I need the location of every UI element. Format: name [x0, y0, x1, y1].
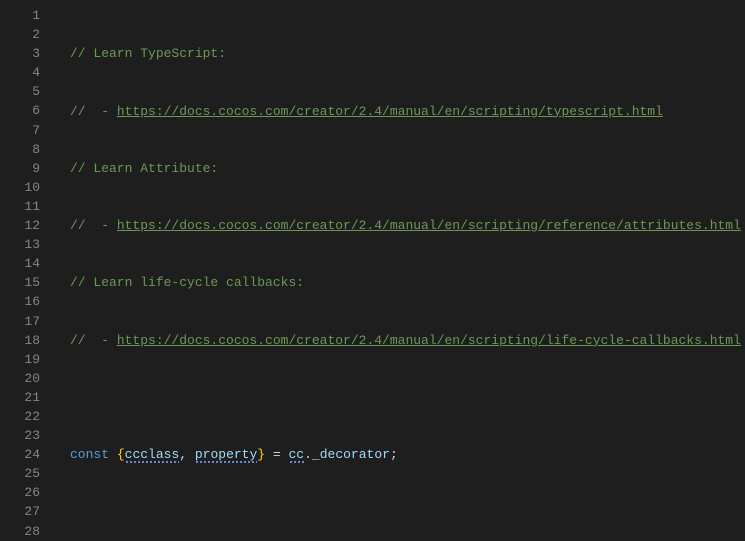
- line-number: 6: [0, 101, 40, 120]
- comment-link[interactable]: https://docs.cocos.com/creator/2.4/manua…: [117, 218, 741, 233]
- line-number: 11: [0, 197, 40, 216]
- line-number: 3: [0, 44, 40, 63]
- line-number: 10: [0, 178, 40, 197]
- comment-link[interactable]: https://docs.cocos.com/creator/2.4/manua…: [117, 104, 663, 119]
- identifier: ccclass: [125, 447, 180, 462]
- brace-close: }: [257, 447, 265, 462]
- keyword-const: const: [70, 447, 109, 462]
- space: [109, 447, 117, 462]
- comment: // -: [70, 333, 117, 348]
- code-line[interactable]: // - https://docs.cocos.com/creator/2.4/…: [70, 102, 745, 121]
- line-number: 28: [0, 522, 40, 541]
- code-line[interactable]: const {ccclass, property} = cc._decorato…: [70, 445, 745, 464]
- code-area[interactable]: // Learn TypeScript: // - https://docs.c…: [60, 0, 745, 540]
- equals: =: [265, 447, 288, 462]
- semicolon: ;: [390, 447, 398, 462]
- line-number-gutter: 1 2 3 4 5 6 7 8 9 10 11 12 13 14 15 16 1…: [0, 0, 60, 540]
- comment-text: Learn Attribute:: [93, 161, 218, 176]
- comment-link[interactable]: https://docs.cocos.com/creator/2.4/manua…: [117, 333, 741, 348]
- line-number: 17: [0, 312, 40, 331]
- comment: // -: [70, 104, 117, 119]
- line-number: 9: [0, 159, 40, 178]
- line-number: 27: [0, 502, 40, 521]
- line-number: 8: [0, 140, 40, 159]
- line-number: 23: [0, 426, 40, 445]
- line-number: 18: [0, 331, 40, 350]
- comment: //: [70, 46, 93, 61]
- comment-text: Learn TypeScript:: [93, 46, 226, 61]
- comment: //: [70, 275, 93, 290]
- identifier: _decorator: [312, 447, 390, 462]
- line-number: 1: [0, 6, 40, 25]
- brace-open: {: [117, 447, 125, 462]
- line-number: 21: [0, 388, 40, 407]
- comment: // -: [70, 218, 117, 233]
- dot: .: [304, 447, 312, 462]
- line-number: 15: [0, 273, 40, 292]
- line-number: 7: [0, 121, 40, 140]
- code-line[interactable]: // - https://docs.cocos.com/creator/2.4/…: [70, 216, 745, 235]
- comment: //: [70, 161, 93, 176]
- line-number: 25: [0, 464, 40, 483]
- line-number: 22: [0, 407, 40, 426]
- line-number: 26: [0, 483, 40, 502]
- line-number: 24: [0, 445, 40, 464]
- line-number: 16: [0, 292, 40, 311]
- code-line[interactable]: // - https://docs.cocos.com/creator/2.4/…: [70, 331, 745, 350]
- line-number: 12: [0, 216, 40, 235]
- code-line[interactable]: // Learn life-cycle callbacks:: [70, 273, 745, 292]
- code-line[interactable]: // Learn Attribute:: [70, 159, 745, 178]
- comma: ,: [179, 447, 195, 462]
- line-number: 19: [0, 350, 40, 369]
- identifier: property: [195, 447, 257, 462]
- line-number: 13: [0, 235, 40, 254]
- comment-text: Learn life-cycle callbacks:: [93, 275, 304, 290]
- code-line[interactable]: [70, 503, 745, 522]
- line-number: 14: [0, 254, 40, 273]
- identifier: cc: [289, 447, 305, 462]
- code-line[interactable]: // Learn TypeScript:: [70, 44, 745, 63]
- line-number: 20: [0, 369, 40, 388]
- code-editor[interactable]: 1 2 3 4 5 6 7 8 9 10 11 12 13 14 15 16 1…: [0, 0, 745, 540]
- line-number: 2: [0, 25, 40, 44]
- line-number: 4: [0, 63, 40, 82]
- line-number: 5: [0, 82, 40, 101]
- code-line[interactable]: [70, 388, 745, 407]
